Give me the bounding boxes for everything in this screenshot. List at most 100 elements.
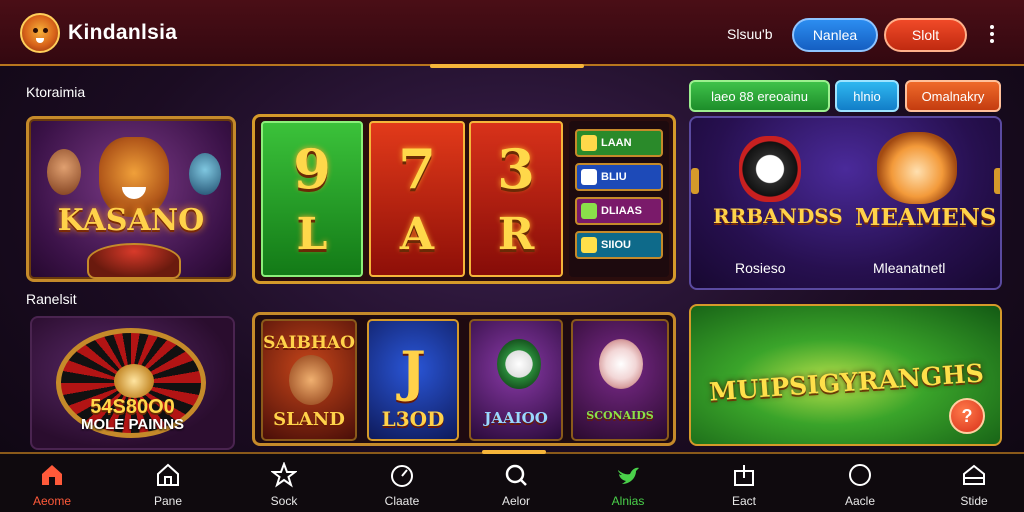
header-button-primary[interactable]: Nanlea — [792, 18, 878, 52]
star-icon — [271, 462, 297, 488]
carousel-prev-icon[interactable] — [691, 168, 699, 194]
featured-casino-card[interactable]: KASANO — [26, 116, 236, 282]
game-tile[interactable]: J L3OD — [367, 319, 459, 441]
game-title: SAIBHAO — [263, 333, 355, 353]
symbol-icon — [581, 169, 597, 185]
reel-symbol: L — [296, 208, 328, 260]
kebab-menu-icon[interactable] — [984, 23, 1000, 47]
mini-row-label: BLIU — [601, 171, 627, 183]
slot-reels-panel[interactable]: 9 L 7 A 3 R LAAN BLIU DLIAAS SIIOU — [252, 114, 676, 284]
dog-mascot-icon — [739, 136, 801, 202]
featured-title: KASANO — [57, 203, 205, 238]
section-title-bottom: Ranelsit — [26, 291, 77, 307]
nav-label: Sock — [270, 494, 298, 508]
mini-row-label: LAAN — [601, 137, 632, 149]
app-name: Kindanlsia — [68, 21, 178, 44]
roulette-bowl-icon — [87, 243, 181, 279]
character-face-icon — [47, 149, 81, 195]
nav-item-5[interactable]: Aelor — [486, 462, 546, 510]
shop-icon — [963, 464, 985, 485]
help-button[interactable]: ? — [949, 398, 985, 434]
bird-icon — [618, 467, 639, 484]
nav-label: Claate — [384, 494, 420, 508]
reel-1: 9 L — [261, 121, 363, 277]
reel-symbol: R — [497, 208, 535, 260]
nav-item-home[interactable]: Aeome — [22, 462, 82, 510]
mini-paytable: LAAN BLIU DLIAAS SIIOU — [569, 121, 669, 277]
game-title-right: MEAMENS — [855, 204, 997, 231]
game-title: JAAIOO — [484, 409, 548, 427]
nav-label: Stide — [960, 494, 988, 508]
game-caption-left: Rosieso — [735, 260, 786, 276]
mini-row-label: DLIAAS — [601, 205, 642, 217]
featured-pair-card[interactable]: RRBANDSS MEAMENS Rosieso Mleanatnetl — [689, 116, 1002, 290]
character-face-icon — [289, 355, 333, 405]
rabbit-character-icon — [599, 339, 643, 389]
nav-item-6[interactable]: Alnias — [598, 462, 658, 510]
reel-symbol: 3 — [497, 136, 535, 201]
nav-handle — [482, 450, 546, 454]
top-bar: Kindanlsia Slsuu'b Nanlea Slolt — [0, 0, 1024, 66]
multiplier-title: MUIPSIGYRANGHS — [708, 358, 985, 407]
nav-item-2[interactable]: Pane — [138, 462, 198, 510]
mini-row[interactable]: BLIU — [575, 163, 663, 191]
filter-chip-1[interactable]: laeo 88 ereoainu — [689, 80, 830, 112]
brand[interactable]: Kindanlsia — [20, 12, 177, 54]
filter-chip-2[interactable]: hlnio — [835, 80, 899, 112]
filter-chip-3[interactable]: Omalnakry — [905, 80, 1001, 112]
lion-logo-icon — [20, 13, 60, 53]
multiplier-card[interactable]: MUIPSIGYRANGHS ? — [689, 304, 1002, 446]
mini-row[interactable]: LAAN — [575, 129, 663, 157]
nav-item-9[interactable]: Stide — [944, 462, 1004, 510]
nav-item-3[interactable]: Sock — [254, 462, 314, 510]
symbol-icon — [581, 237, 597, 253]
nav-item-8[interactable]: Aacle — [830, 462, 890, 510]
games-row: SAIBHAO SLAND J L3OD JAAIOO SCONAIDS — [252, 312, 676, 446]
reel-symbol: 9 — [293, 136, 331, 201]
section-title-top: Ktoraimia — [26, 84, 86, 100]
house-outline-icon — [157, 463, 179, 486]
lion-mascot-icon — [877, 132, 957, 204]
game-title: SCONAIDS — [586, 409, 654, 422]
bottom-nav: Aeome Pane Sock Claate Aelor Alnias Eact… — [0, 450, 1024, 512]
mini-row[interactable]: DLIAAS — [575, 197, 663, 225]
roulette-hub-icon — [114, 364, 154, 398]
clock-icon — [391, 465, 413, 487]
game-tile[interactable]: JAAIOO — [469, 319, 563, 441]
search-icon — [505, 464, 527, 486]
nav-label: Aacle — [844, 494, 876, 508]
symbol-icon — [581, 135, 597, 151]
reel-symbol: A — [399, 208, 435, 260]
nav-item-7[interactable]: Eact — [714, 462, 774, 510]
nav-label: Eact — [731, 494, 756, 508]
header-button-secondary[interactable]: Slolt — [884, 18, 967, 52]
mini-row-label: SIIOU — [601, 239, 631, 251]
reel-symbol: 7 — [398, 136, 436, 201]
symbol-icon — [581, 203, 597, 219]
game-tile[interactable]: SAIBHAO SLAND — [261, 319, 357, 441]
roulette-card[interactable]: 54S80O0 MOLE PAINNS — [30, 316, 235, 450]
nav-label: Aeome — [32, 494, 72, 508]
home-icon — [42, 465, 62, 485]
game-caption-right: Mleanatnetl — [873, 260, 946, 276]
header-handle — [430, 64, 584, 68]
game-title: J — [400, 339, 426, 403]
reel-3: 3 R — [469, 121, 563, 277]
nav-label: Pane — [153, 494, 183, 508]
roulette-caption: MOLE PAINNS — [80, 416, 185, 433]
character-face-icon — [189, 153, 221, 195]
game-subtitle: SLAND — [273, 409, 345, 430]
game-tile[interactable]: SCONAIDS — [571, 319, 669, 441]
reel-2: 7 A — [369, 121, 465, 277]
game-subtitle: L3OD — [381, 407, 445, 431]
character-face-icon — [497, 339, 541, 389]
circle-icon — [849, 464, 871, 486]
carousel-next-icon[interactable] — [994, 168, 1000, 194]
nav-item-4[interactable]: Claate — [372, 462, 432, 510]
nav-label: Aelor — [501, 494, 530, 508]
status-text: Slsuu'b — [727, 26, 773, 42]
game-title-left: RRBANDSS — [713, 204, 843, 228]
mini-row[interactable]: SIIOU — [575, 231, 663, 259]
nav-label: Alnias — [611, 494, 645, 508]
box-icon — [734, 465, 754, 486]
